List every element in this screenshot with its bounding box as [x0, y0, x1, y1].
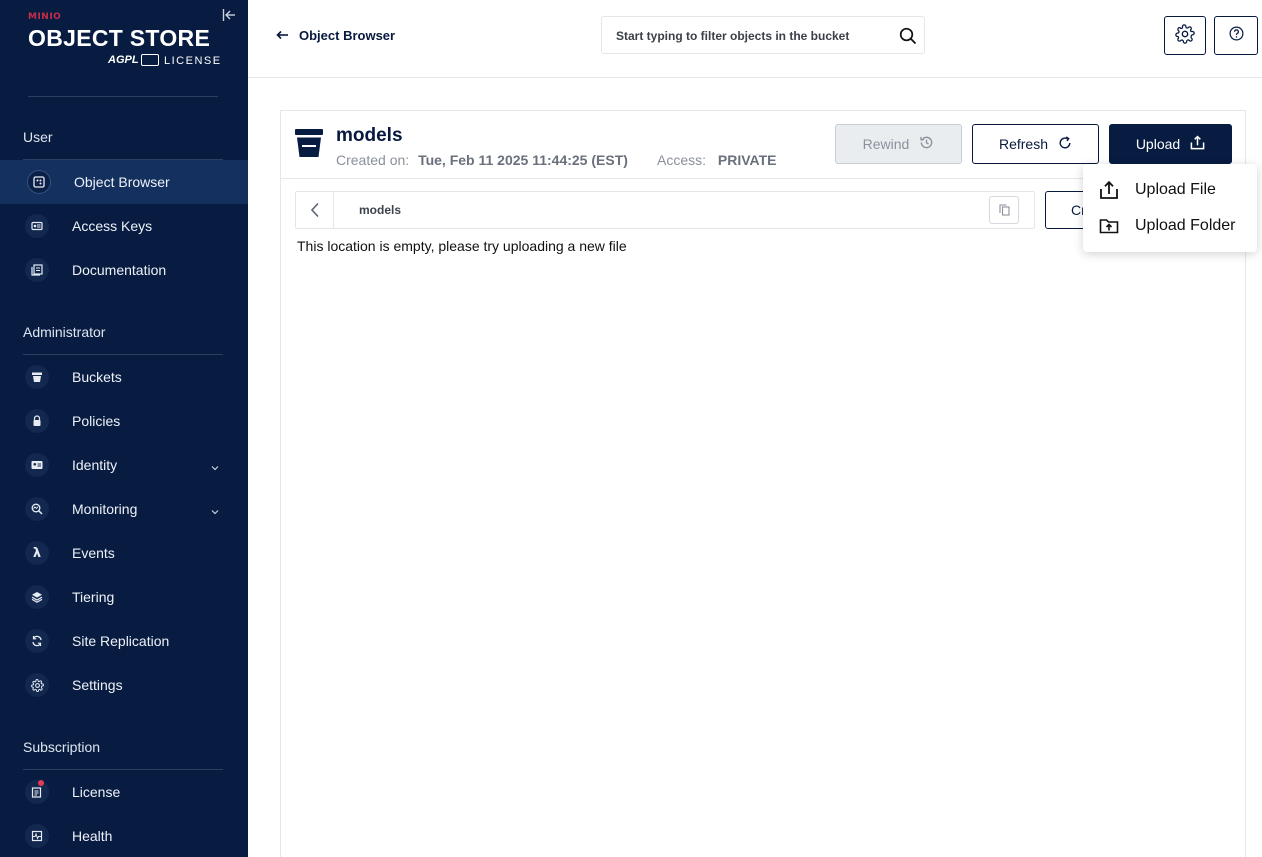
- empty-state-message: This location is empty, please try uploa…: [297, 238, 627, 254]
- logo-license: LICENSE: [164, 55, 222, 67]
- logo-product: OBJECT STORE: [28, 25, 211, 51]
- sidebar-item-label: Documentation: [72, 262, 167, 278]
- sidebar-item-label: Site Replication: [72, 633, 170, 649]
- upload-icon: [1190, 135, 1205, 153]
- sidebar-item-documentation[interactable]: Documentation: [0, 248, 248, 292]
- copy-path-button[interactable]: [989, 196, 1019, 224]
- settings-button[interactable]: [1164, 16, 1206, 55]
- sidebar-item-label: Health: [72, 828, 113, 844]
- section-title-administrator: Administrator: [23, 324, 106, 340]
- search-input[interactable]: [616, 26, 886, 46]
- notification-dot: [38, 780, 44, 786]
- section-title-subscription: Subscription: [23, 739, 101, 755]
- sidebar-item-label: Object Browser: [74, 174, 170, 190]
- history-icon: [919, 135, 934, 153]
- help-icon: [1229, 26, 1244, 45]
- identity-icon: [25, 453, 49, 477]
- refresh-icon: [1058, 135, 1072, 153]
- copy-icon: [998, 201, 1010, 220]
- menu-item-label: Upload Folder: [1135, 217, 1236, 234]
- breadcrumb: models: [295, 191, 1035, 229]
- rewind-button[interactable]: Rewind: [835, 124, 962, 164]
- tiers-icon: [25, 585, 49, 609]
- agpl-text: AGPL: [108, 54, 139, 66]
- back-to-object-browser-link[interactable]: Object Browser: [276, 28, 395, 43]
- logo-divider: [28, 96, 218, 97]
- menu-item-label: Upload File: [1135, 181, 1216, 198]
- gear-icon: [1175, 23, 1195, 48]
- logo-brand: MINIO: [28, 12, 62, 22]
- bucket-icon: [25, 365, 49, 389]
- refresh-button[interactable]: Refresh: [972, 124, 1099, 164]
- sidebar-item-settings[interactable]: Settings: [0, 663, 248, 707]
- sidebar-item-label: Policies: [72, 413, 121, 429]
- minio-logo[interactable]: MINIO OBJECT STORE AGPL LICENSE: [28, 12, 220, 72]
- sidebar-item-health[interactable]: Health: [0, 814, 248, 857]
- policy-icon: [25, 409, 49, 433]
- replication-icon: [25, 629, 49, 653]
- object-filter-search: [601, 16, 925, 54]
- breadcrumb-path[interactable]: models: [359, 203, 401, 217]
- sidebar-item-site-replication[interactable]: Site Replication: [0, 619, 248, 663]
- sidebar-item-policies[interactable]: Policies: [0, 399, 248, 443]
- back-button[interactable]: [296, 192, 334, 228]
- back-link-label: Object Browser: [299, 28, 396, 43]
- access-label: Access:: [657, 152, 707, 168]
- arrow-left-icon: [276, 28, 289, 43]
- chevron-down-icon[interactable]: [209, 459, 221, 471]
- gear-icon: [25, 673, 49, 697]
- sidebar-item-license[interactable]: License: [0, 770, 248, 814]
- access-info: Access: PRIVATE: [657, 152, 777, 168]
- access-value: PRIVATE: [717, 152, 777, 168]
- refresh-label: Refresh: [998, 136, 1049, 152]
- access-keys-icon: [25, 214, 49, 238]
- sidebar-item-events[interactable]: λ Events: [0, 531, 248, 575]
- menu-item-upload-folder[interactable]: Upload Folder: [1083, 208, 1257, 244]
- sidebar-item-label: Tiering: [72, 589, 115, 605]
- sidebar-item-label: Settings: [72, 677, 123, 693]
- sidebar-item-label: Buckets: [72, 369, 122, 385]
- upload-folder-icon: [1099, 216, 1119, 236]
- bucket-name: models: [336, 125, 403, 146]
- section-title-user: User: [23, 129, 53, 145]
- health-icon: [25, 824, 49, 848]
- sidebar-item-label: Identity: [72, 457, 118, 473]
- documentation-icon: [25, 258, 49, 282]
- chevron-down-icon[interactable]: [209, 503, 221, 515]
- sidebar-item-object-browser[interactable]: Object Browser: [0, 160, 248, 204]
- agpl-badge: AGPL: [108, 54, 159, 67]
- created-label: Created on:: [336, 152, 410, 168]
- created-value: Tue, Feb 11 2025 11:44:25 (EST): [418, 152, 628, 168]
- upload-button[interactable]: Upload: [1109, 124, 1232, 164]
- search-icon[interactable]: [899, 27, 917, 45]
- sidebar-item-tiering[interactable]: Tiering: [0, 575, 248, 619]
- sidebar-item-buckets[interactable]: Buckets: [0, 355, 248, 399]
- sidebar-item-identity[interactable]: Identity: [0, 443, 248, 487]
- sidebar-item-monitoring[interactable]: Monitoring: [0, 487, 248, 531]
- sidebar-item-label: License: [72, 784, 121, 800]
- upload-file-icon: [1099, 180, 1119, 200]
- created-on-info: Created on: Tue, Feb 11 2025 11:44:25 (E…: [336, 152, 628, 168]
- help-button[interactable]: [1214, 16, 1258, 55]
- top-header: Object Browser: [248, 0, 1262, 78]
- object-browser-icon: [27, 170, 51, 194]
- monitoring-icon: [25, 497, 49, 521]
- collapse-sidebar-icon[interactable]: [222, 7, 240, 23]
- rewind-label: Rewind: [862, 136, 910, 152]
- sidebar-item-label: Events: [72, 545, 115, 561]
- upload-menu: Upload File Upload Folder: [1083, 164, 1257, 252]
- sidebar-item-label: Access Keys: [72, 218, 153, 234]
- menu-item-upload-file[interactable]: Upload File: [1083, 172, 1257, 208]
- lambda-icon: λ: [25, 541, 49, 565]
- bucket-icon: [294, 128, 324, 158]
- sidebar-item-label: Monitoring: [72, 501, 138, 517]
- sidebar-item-access-keys[interactable]: Access Keys: [0, 204, 248, 248]
- upload-label: Upload: [1135, 136, 1181, 152]
- license-icon: [25, 780, 49, 804]
- sidebar: MINIO OBJECT STORE AGPL LICENSE User Obj…: [0, 0, 248, 857]
